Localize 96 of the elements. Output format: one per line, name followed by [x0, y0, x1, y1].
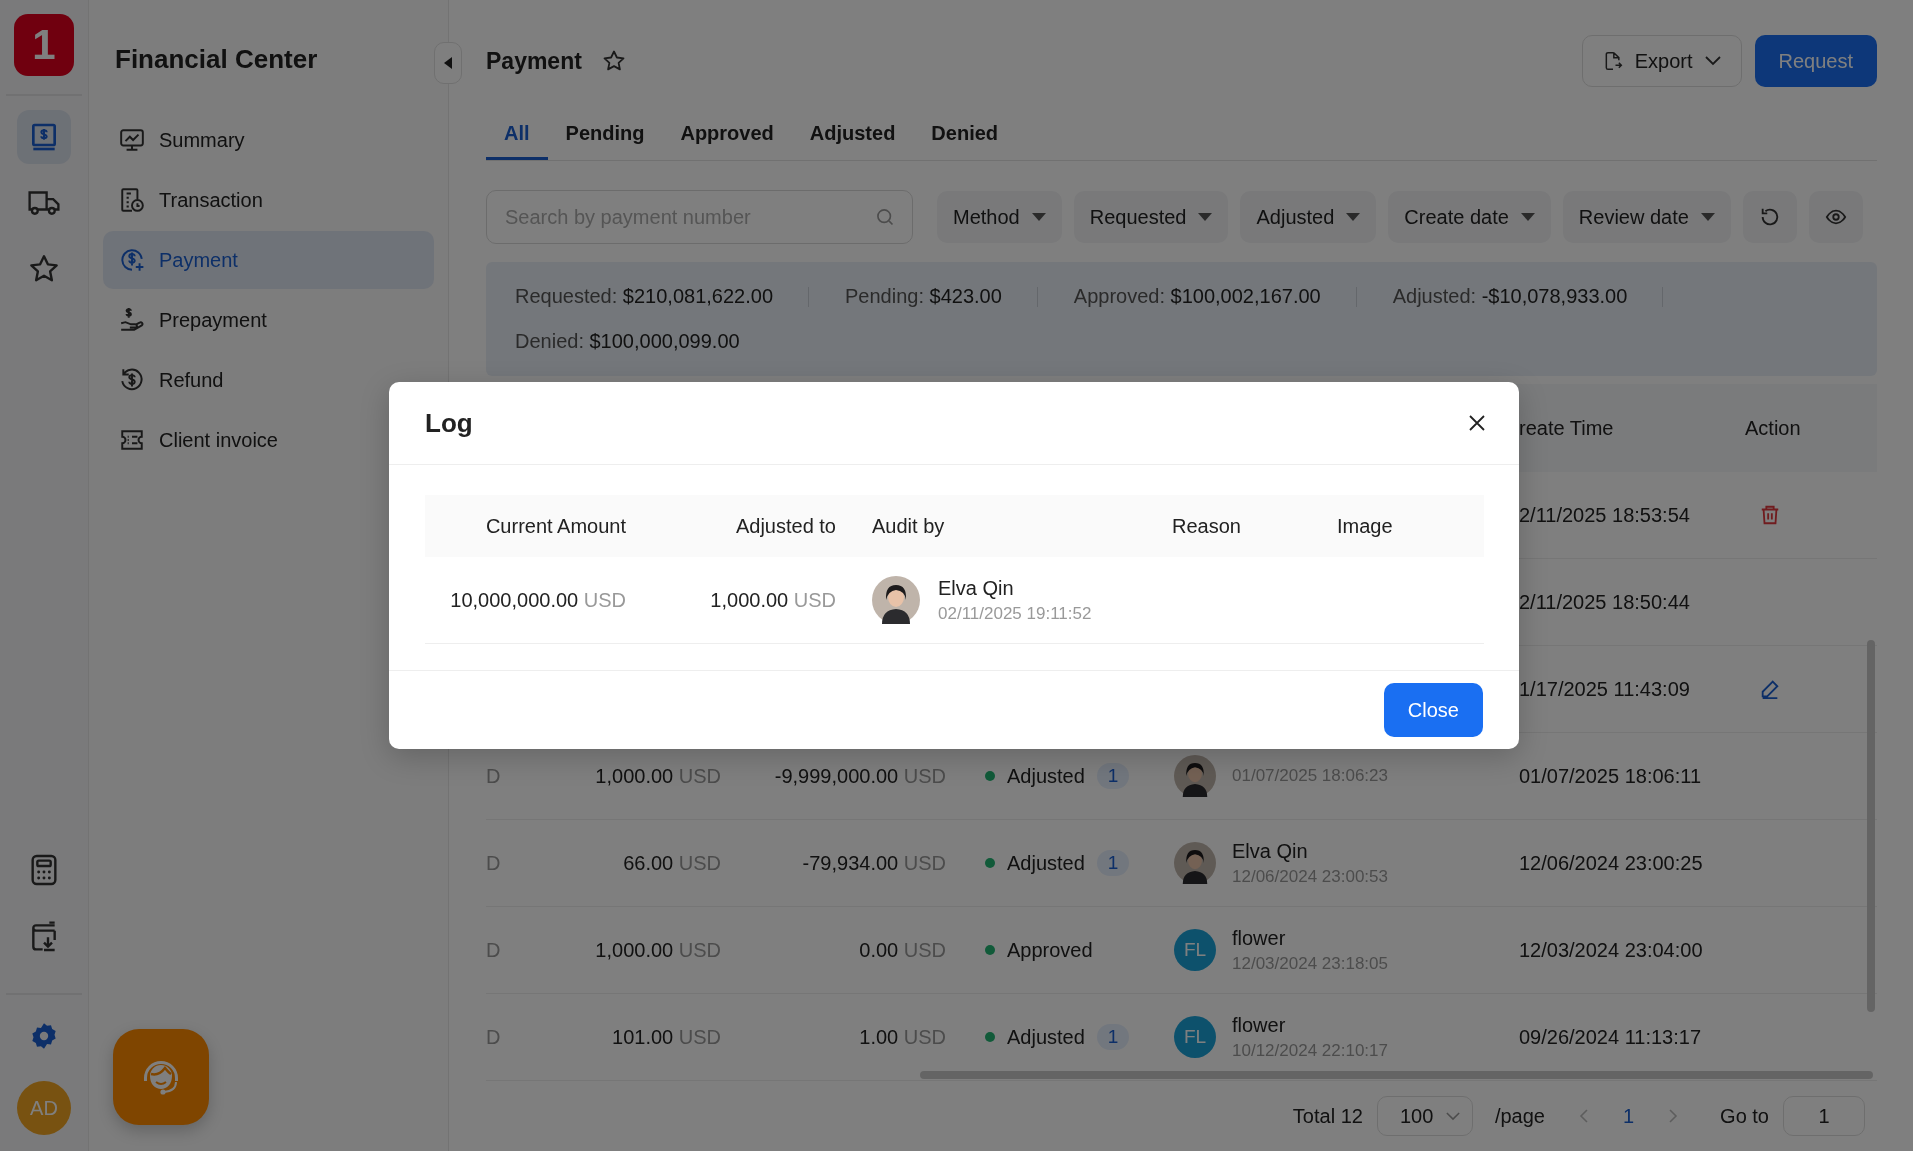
request-button[interactable]: Request	[1754, 35, 1877, 87]
count-badge[interactable]: 1	[1096, 850, 1130, 876]
auditor-name: flower	[1232, 926, 1287, 950]
delete-icon[interactable]	[1759, 504, 1781, 526]
table-cell-text: 10,000,000.00 USD	[449, 588, 627, 612]
close-button[interactable]: Close	[1383, 683, 1483, 737]
tab[interactable]: Adjusted	[791, 109, 914, 160]
scrollbar[interactable]	[920, 1071, 1873, 1079]
page-title: Payment	[486, 47, 582, 75]
tab[interactable]: Denied	[913, 109, 1017, 160]
table-cell-text: 2/11/2025 18:53:54	[1518, 503, 1691, 527]
chart-monitor-icon	[119, 127, 145, 153]
avatar	[1174, 842, 1216, 884]
dialog-title: Log	[425, 407, 473, 439]
settings-icon	[30, 1022, 58, 1050]
status-dot	[985, 945, 995, 955]
avatar: FL	[1174, 1016, 1216, 1058]
avatar	[1174, 755, 1216, 797]
column-header: Action	[1744, 416, 1802, 440]
status-dot	[985, 858, 995, 868]
chevron-down-icon	[1445, 1111, 1460, 1121]
caret-icon	[1700, 213, 1715, 221]
app-logo[interactable]: 1	[14, 14, 74, 76]
status-label: Adjusted	[1007, 851, 1085, 875]
tab[interactable]: Approved	[662, 109, 792, 160]
page-size-select[interactable]: 100	[1376, 1096, 1473, 1136]
avatar: FL	[1174, 929, 1216, 971]
table-cell-text: 1,000.00 USD	[709, 588, 837, 612]
caret-icon	[1346, 213, 1361, 221]
tab[interactable]: Pending	[547, 109, 663, 160]
sidebar-item[interactable]: Refund	[103, 351, 434, 409]
caret-icon	[1031, 213, 1046, 221]
table-cell-text: 1/17/2025 11:43:09	[1518, 677, 1691, 701]
refund-icon	[119, 367, 145, 393]
calculator-icon	[30, 854, 58, 886]
status-dot	[985, 1032, 995, 1042]
scrollbar[interactable]	[1867, 640, 1875, 1012]
table-cell-text: 09/26/2024 11:13:17	[1518, 1025, 1703, 1049]
table-cell-text: 2/11/2025 18:50:44	[1518, 590, 1691, 614]
receipt-clock-icon	[119, 187, 145, 213]
sidebar-item[interactable]: Summary	[103, 111, 434, 169]
search-icon	[875, 207, 895, 227]
per-page-label: /page	[1494, 1104, 1545, 1128]
tab[interactable]: All	[486, 109, 548, 160]
table-cell-text: 12/03/2024 23:04:00	[1518, 938, 1704, 962]
filter-dropdown[interactable]: Adjusted	[1240, 191, 1377, 243]
table-cell-text: 12/06/2024 23:00:25	[1518, 851, 1704, 875]
status-label: Adjusted	[1007, 1025, 1085, 1049]
column-header: Audit by	[871, 514, 946, 538]
avatar	[872, 576, 920, 624]
go-to-field[interactable]: 1	[1783, 1096, 1865, 1136]
column-header: reate Time	[1518, 416, 1615, 440]
refresh-button[interactable]	[1742, 191, 1797, 243]
auditor-name: Elva Qin	[938, 576, 1015, 600]
sidebar-item[interactable]: Prepayment	[103, 291, 434, 349]
total-count: Total 12	[1292, 1104, 1363, 1128]
summary-total: Denied: $100,000,099.00	[515, 329, 740, 354]
column-header: Reason	[1171, 514, 1242, 538]
page-number[interactable]: 1	[1622, 1104, 1635, 1128]
export-button[interactable]: Export	[1581, 35, 1742, 87]
column-header: Adjusted to	[734, 514, 837, 538]
sidebar-title: Financial Center	[115, 44, 319, 75]
chevron-down-icon	[1704, 56, 1721, 66]
filter-dropdown[interactable]: Requested	[1073, 191, 1229, 243]
auditor-name: flower	[1232, 1013, 1287, 1037]
star-icon[interactable]	[601, 49, 626, 73]
download-document-icon	[30, 920, 58, 952]
filter-dropdown[interactable]: Review date	[1562, 191, 1731, 243]
dollar-circle-icon	[119, 247, 145, 273]
audit-time: 02/11/2025 19:11:52	[938, 603, 1092, 624]
support-button[interactable]	[113, 1029, 209, 1125]
visibility-button[interactable]	[1808, 191, 1863, 243]
collapse-toggle[interactable]	[434, 42, 462, 84]
filter-dropdown[interactable]: Create date	[1388, 191, 1551, 243]
close-icon[interactable]	[1468, 414, 1486, 432]
count-badge[interactable]: 1	[1096, 763, 1130, 789]
truck-icon	[27, 188, 61, 218]
go-to-label: Go to	[1720, 1104, 1769, 1128]
hand-dollar-icon	[119, 307, 145, 333]
auditor-name: Elva Qin	[1232, 839, 1309, 863]
status-dot	[985, 771, 995, 781]
caret-icon	[1198, 213, 1213, 221]
caret-icon	[1520, 213, 1535, 221]
ticket-icon	[119, 427, 145, 453]
filter-dropdown[interactable]: Method	[937, 191, 1062, 243]
sidebar-item[interactable]: Payment	[103, 231, 434, 289]
column-header: Image	[1336, 514, 1394, 538]
edit-icon[interactable]	[1759, 678, 1781, 700]
caret-left-icon	[444, 57, 452, 69]
column-header: Current Amount	[484, 514, 627, 538]
status-label: Adjusted	[1007, 764, 1085, 788]
rail-item[interactable]	[17, 110, 71, 164]
count-badge[interactable]: 1	[1096, 1024, 1130, 1050]
table-cell-text: 01/07/2025 18:06:11	[1518, 764, 1703, 788]
status-label: Approved	[1007, 938, 1093, 962]
sidebar-item[interactable]: Transaction	[103, 171, 434, 229]
